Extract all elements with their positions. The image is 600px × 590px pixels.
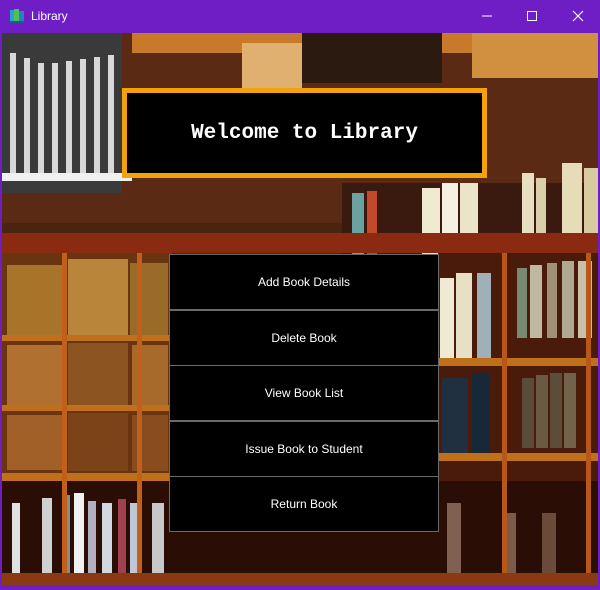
welcome-heading-box: Welcome to Library xyxy=(122,88,487,178)
title-bar[interactable]: Library xyxy=(0,0,600,32)
books-icon xyxy=(10,9,24,23)
issue-book-button[interactable]: Issue Book to Student xyxy=(169,421,439,477)
close-icon xyxy=(572,10,584,22)
welcome-heading: Welcome to Library xyxy=(191,121,418,145)
maximize-button[interactable] xyxy=(509,0,555,32)
add-book-details-button[interactable]: Add Book Details xyxy=(169,254,439,310)
main-canvas: Welcome to Library Add Book Details Dele… xyxy=(2,33,598,585)
app-window: Library Welcome to Library Add Book Deta… xyxy=(0,0,600,590)
minimize-icon xyxy=(482,15,492,17)
window-bottom-border xyxy=(0,585,600,590)
maximize-icon xyxy=(527,11,537,21)
return-book-button[interactable]: Return Book xyxy=(169,476,439,532)
view-book-list-button[interactable]: View Book List xyxy=(169,365,439,421)
delete-book-button[interactable]: Delete Book xyxy=(169,310,439,366)
close-button[interactable] xyxy=(555,0,600,32)
window-title: Library xyxy=(31,9,68,23)
minimize-button[interactable] xyxy=(464,0,510,32)
